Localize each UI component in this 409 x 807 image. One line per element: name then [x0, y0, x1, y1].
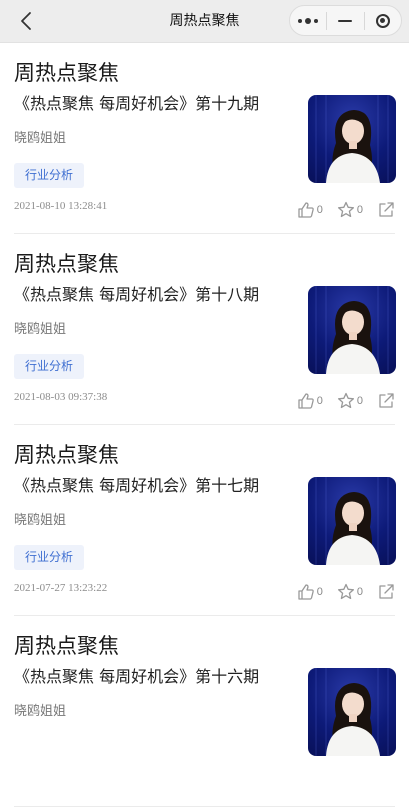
share-icon — [379, 584, 394, 599]
publish-date: 2021-08-10 13:28:41 — [14, 200, 108, 212]
article-feed: 周热点聚焦 《热点聚焦 每周好机会》第十九期 晓鸥姐姐 行业分析 2021-08… — [0, 43, 409, 807]
like-button[interactable]: 0 — [297, 583, 323, 601]
like-count: 0 — [316, 204, 323, 216]
close-button[interactable] — [365, 6, 401, 35]
article-card[interactable]: 周热点聚焦 《热点聚焦 每周好机会》第十八期 晓鸥姐姐 行业分析 2021-08… — [14, 234, 396, 425]
article-subtitle: 《热点聚焦 每周好机会》第十六期 — [14, 667, 260, 686]
category-tag[interactable]: 行业分析 — [14, 163, 85, 188]
card-actions: 0 0 — [283, 582, 395, 602]
favorite-button[interactable]: 0 — [337, 201, 363, 219]
presenter-portrait-icon — [315, 668, 389, 756]
favorite-count: 0 — [356, 586, 363, 598]
article-author: 晓鸥姐姐 — [14, 322, 67, 337]
star-icon — [337, 392, 354, 409]
favorite-button[interactable]: 0 — [337, 392, 363, 410]
share-button[interactable] — [377, 392, 395, 410]
article-author: 晓鸥姐姐 — [14, 131, 67, 146]
like-count: 0 — [316, 586, 323, 598]
close-target-icon — [375, 13, 390, 28]
category-tag[interactable]: 行业分析 — [14, 354, 85, 379]
back-button[interactable] — [14, 9, 38, 33]
share-button[interactable] — [377, 583, 395, 601]
star-icon — [337, 201, 354, 218]
article-author: 晓鸥姐姐 — [14, 704, 67, 719]
card-actions: 0 0 — [283, 200, 395, 220]
article-title: 周热点聚焦 — [14, 62, 119, 85]
presenter-portrait-icon — [315, 477, 389, 565]
article-card[interactable]: 周热点聚焦 《热点聚焦 每周好机会》第十六期 晓鸥姐姐 — [14, 616, 396, 807]
share-icon — [379, 202, 394, 217]
top-navbar: 周热点聚焦 — [0, 0, 409, 43]
favorite-button[interactable]: 0 — [337, 583, 363, 601]
article-subtitle: 《热点聚焦 每周好机会》第十九期 — [14, 94, 260, 113]
minimize-icon — [338, 19, 353, 22]
capsule-menu — [289, 5, 402, 36]
like-button[interactable]: 0 — [297, 201, 323, 219]
like-count: 0 — [316, 395, 323, 407]
article-card[interactable]: 周热点聚焦 《热点聚焦 每周好机会》第十七期 晓鸥姐姐 行业分析 2021-07… — [14, 425, 396, 616]
share-icon — [379, 393, 394, 408]
favorite-count: 0 — [356, 395, 363, 407]
thumbs-up-icon — [298, 393, 314, 409]
thumbs-up-icon — [298, 202, 314, 218]
article-title: 周热点聚焦 — [14, 253, 119, 276]
article-title: 周热点聚焦 — [14, 444, 119, 467]
like-button[interactable]: 0 — [297, 392, 323, 410]
article-subtitle: 《热点聚焦 每周好机会》第十八期 — [14, 285, 260, 304]
minimize-button[interactable] — [327, 6, 363, 35]
article-title: 周热点聚焦 — [14, 635, 119, 658]
presenter-portrait-icon — [315, 95, 389, 183]
article-thumbnail[interactable] — [308, 95, 396, 183]
article-thumbnail[interactable] — [308, 477, 396, 565]
article-thumbnail[interactable] — [308, 286, 396, 374]
chevron-left-icon — [21, 12, 31, 30]
more-button[interactable] — [290, 6, 326, 35]
publish-date: 2021-08-03 09:37:38 — [14, 391, 108, 403]
article-author: 晓鸥姐姐 — [14, 513, 67, 528]
share-button[interactable] — [377, 201, 395, 219]
presenter-portrait-icon — [315, 286, 389, 374]
publish-date: 2021-07-27 13:23:22 — [14, 582, 108, 594]
star-icon — [337, 583, 354, 600]
thumbs-up-icon — [298, 584, 314, 600]
article-subtitle: 《热点聚焦 每周好机会》第十七期 — [14, 476, 260, 495]
article-card[interactable]: 周热点聚焦 《热点聚焦 每周好机会》第十九期 晓鸥姐姐 行业分析 2021-08… — [14, 43, 396, 234]
card-actions: 0 0 — [283, 391, 395, 411]
category-tag[interactable]: 行业分析 — [14, 545, 85, 570]
more-dots-icon — [298, 17, 319, 24]
article-thumbnail[interactable] — [308, 668, 396, 756]
favorite-count: 0 — [356, 204, 363, 216]
